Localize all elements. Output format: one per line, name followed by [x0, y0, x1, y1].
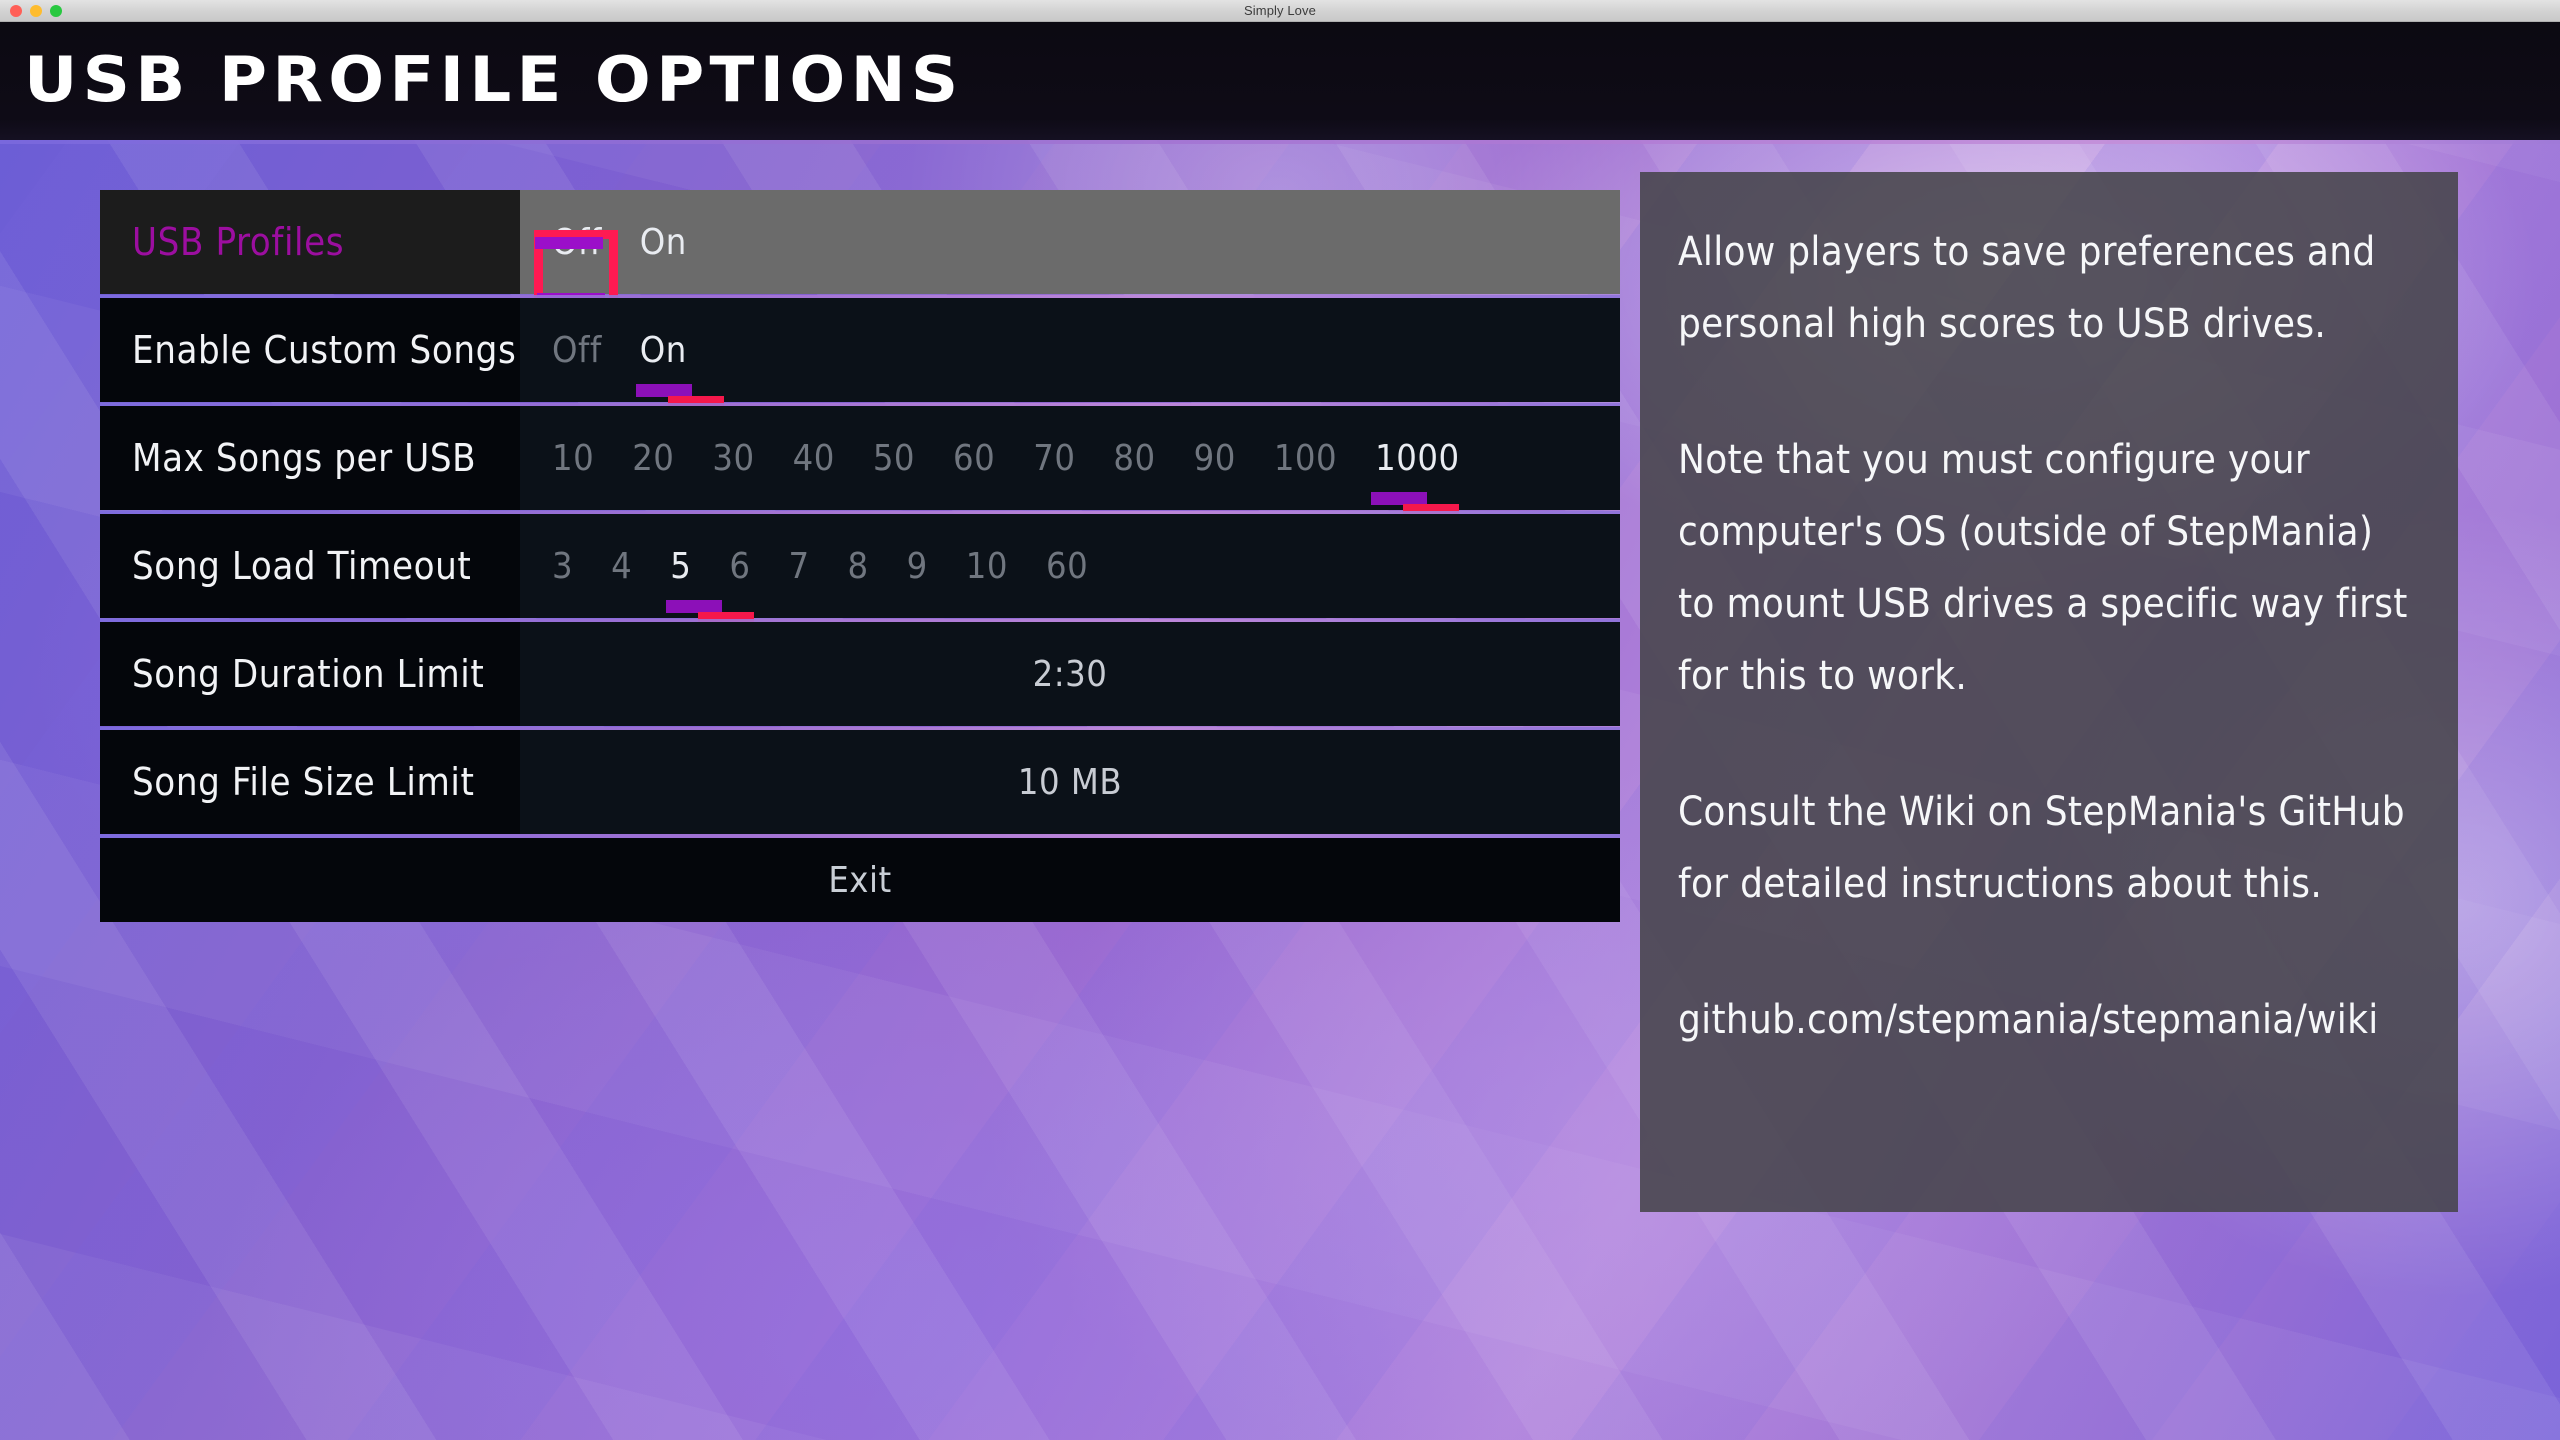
- player1-selection-marker: [535, 236, 603, 249]
- option-choice[interactable]: 4: [609, 542, 634, 591]
- option-choice[interactable]: 70: [1031, 434, 1077, 483]
- window-titlebar: Simply Love: [0, 0, 2560, 22]
- option-choice[interactable]: 5: [666, 542, 755, 625]
- screen-header: USB Profile Options: [0, 22, 2560, 140]
- option-choice[interactable]: 30: [710, 434, 756, 483]
- close-window-button[interactable]: [10, 5, 22, 17]
- option-choice[interactable]: 90: [1192, 434, 1238, 483]
- option-row[interactable]: Song File Size Limit 10 MB: [100, 730, 1620, 838]
- option-choice[interactable]: 50: [871, 434, 917, 483]
- option-choice[interactable]: 9: [905, 542, 930, 591]
- explanation-paragraph: Consult the Wiki on StepMania's GitHub f…: [1678, 789, 2405, 907]
- exit-label: Exit: [828, 859, 892, 901]
- option-choice[interactable]: On: [635, 326, 724, 409]
- option-choice[interactable]: 80: [1111, 434, 1157, 483]
- window-title-text: Simply Love: [1244, 3, 1316, 18]
- option-label: Max Songs per USB: [100, 406, 520, 510]
- option-choice[interactable]: 60: [951, 434, 997, 483]
- game-screen: USB Profile Options USB Profiles Off On Ena…: [0, 22, 2560, 1440]
- option-choice[interactable]: On: [638, 218, 689, 267]
- option-value[interactable]: 2:30: [520, 654, 1620, 695]
- option-choice[interactable]: Off: [550, 326, 604, 375]
- explanation-panel: Allow players to save preferences and pe…: [1640, 172, 2458, 1212]
- option-values: Off On: [520, 298, 1620, 409]
- explanation-paragraph: Note that you must configure your comput…: [1678, 437, 2408, 699]
- maximize-window-button[interactable]: [50, 5, 62, 17]
- option-choice[interactable]: 10: [964, 542, 1010, 591]
- option-label: Song Load Timeout: [100, 514, 520, 618]
- minimize-window-button[interactable]: [30, 5, 42, 17]
- option-choice[interactable]: 3: [550, 542, 575, 591]
- exit-button[interactable]: Exit: [100, 834, 1620, 922]
- explanation-paragraph: github.com/stepmania/stepmania/wiki: [1678, 997, 2379, 1043]
- option-value[interactable]: 10 MB: [520, 762, 1620, 803]
- option-choice[interactable]: 60: [1044, 542, 1090, 591]
- option-choice[interactable]: 10: [550, 434, 596, 483]
- option-row[interactable]: Enable Custom Songs Off On: [100, 298, 1620, 409]
- option-values: 3 4 5 6 7 8 9 10 60: [520, 514, 1620, 625]
- option-values: Off On: [520, 190, 1620, 310]
- option-label: USB Profiles: [100, 190, 520, 294]
- option-choice[interactable]: 7: [786, 542, 811, 591]
- option-choice[interactable]: Off: [534, 218, 618, 310]
- option-choice[interactable]: 100: [1272, 434, 1339, 483]
- option-choice[interactable]: 1000: [1371, 434, 1461, 517]
- option-values: 10 MB: [520, 730, 1620, 834]
- page-title: USB Profile Options: [24, 43, 964, 116]
- option-values: 2:30: [520, 622, 1620, 726]
- option-label: Song Duration Limit: [100, 622, 520, 726]
- option-choice[interactable]: 40: [791, 434, 837, 483]
- option-choice[interactable]: 20: [630, 434, 676, 483]
- option-row[interactable]: Song Duration Limit 2:30: [100, 622, 1620, 730]
- explanation-paragraph: Allow players to save preferences and pe…: [1678, 229, 2376, 347]
- option-label: Enable Custom Songs: [100, 298, 520, 402]
- header-underline: [0, 140, 2560, 144]
- options-list: USB Profiles Off On Enable Custom Songs Off O…: [100, 190, 1620, 922]
- option-row[interactable]: Song Load Timeout 3 4 5 6 7 8 9 10 60: [100, 514, 1620, 625]
- option-values: 10 20 30 40 50 60 70 80 90 100 1000: [520, 406, 1620, 517]
- option-row[interactable]: USB Profiles Off On: [100, 190, 1620, 310]
- option-choice[interactable]: 8: [846, 542, 871, 591]
- option-label: Song File Size Limit: [100, 730, 520, 834]
- window-controls: [10, 5, 62, 17]
- option-row[interactable]: Max Songs per USB 10 20 30 40 50 60 70 80 90 100 10…: [100, 406, 1620, 517]
- option-choice[interactable]: 6: [727, 542, 752, 591]
- row-separator: [100, 834, 1620, 837]
